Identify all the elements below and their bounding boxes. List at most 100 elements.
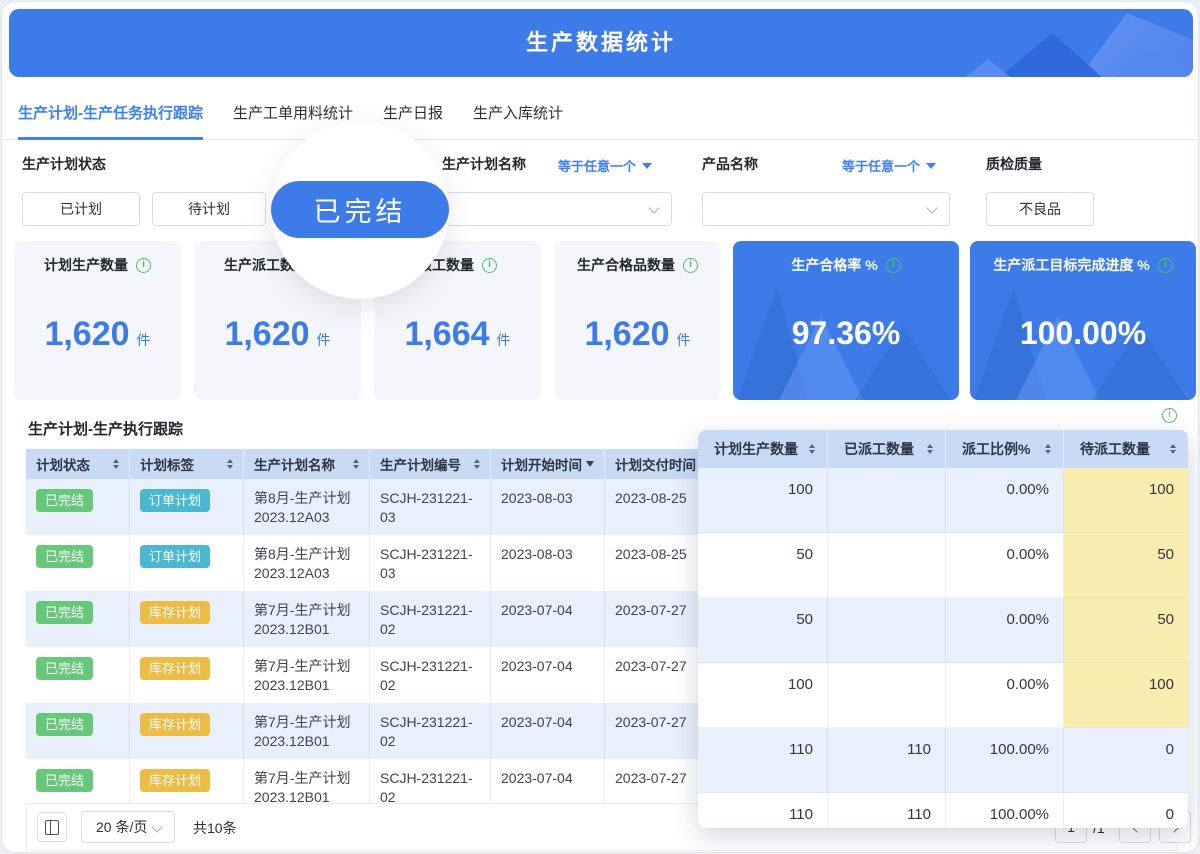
cell-plan-code: SCJH-231221-02	[370, 647, 491, 703]
overlay-table-body: 1000.00%100500.00%50500.00%501000.00%100…	[698, 468, 1188, 828]
column-header-dispatch-ratio[interactable]: 派工比例%	[946, 430, 1064, 468]
cell-planned-qty: 50	[698, 533, 828, 598]
cell-start-date: 2023-08-03	[491, 479, 605, 535]
cell-status: 已完结	[26, 535, 130, 591]
overlay-panel: 计划生产数量 已派工数量 派工比例% 待派工数量 1000.00%100500.…	[698, 430, 1188, 828]
info-icon[interactable]: i	[136, 258, 151, 273]
column-settings-icon	[45, 820, 59, 835]
sort-icon	[227, 456, 233, 472]
product-operator-dropdown[interactable]: 等于任意一个	[842, 156, 936, 175]
cell-start-date: 2023-07-04	[491, 759, 605, 803]
cell-tag: 订单计划	[130, 535, 244, 591]
column-header-tag[interactable]: 计划标签	[130, 449, 244, 479]
product-operator-text: 等于任意一个	[842, 156, 920, 175]
cell-planned-qty: 50	[698, 598, 828, 663]
stat-value: 1,620	[44, 315, 129, 354]
total-count-label: 共10条	[193, 804, 237, 852]
stat-unit: 件	[677, 330, 691, 350]
filter-plan-name-label: 生产计划名称	[442, 154, 526, 174]
column-header-start-date[interactable]: 计划开始时间	[491, 449, 605, 479]
overlay-row[interactable]: 110110100.00%0	[698, 793, 1188, 828]
cell-tag: 库存计划	[130, 647, 244, 703]
sort-icon	[809, 441, 815, 457]
cell-dispatched-qty	[828, 533, 946, 598]
quality-option-defective[interactable]: 不良品	[986, 192, 1094, 226]
column-header-dispatched-qty[interactable]: 已派工数量	[828, 430, 946, 468]
column-header-plan-name[interactable]: 生产计划名称	[244, 449, 370, 479]
cell-pending-qty: 0	[1064, 793, 1188, 828]
page-size-select[interactable]: 20 条/页	[81, 811, 175, 843]
cell-dispatched-qty: 110	[828, 728, 946, 793]
cell-plan-name: 第7月-生产计划 2023.12B01	[244, 647, 370, 703]
stat-value: 97.36%	[792, 315, 901, 352]
info-icon[interactable]: i	[683, 258, 698, 273]
plan-name-operator-text: 等于任意一个	[558, 156, 636, 175]
cell-status: 已完结	[26, 479, 130, 535]
cell-pending-qty: 100	[1064, 468, 1188, 533]
column-header-plan-code[interactable]: 生产计划编号	[370, 449, 491, 479]
cell-dispatched-qty	[828, 468, 946, 533]
cell-plan-code: SCJH-231221-02	[370, 703, 491, 759]
tab-bar: 生产计划-生产任务执行跟踪 生产工单用料统计 生产日报 生产入库统计	[2, 92, 1198, 140]
stat-label: 生产合格品数量	[577, 255, 675, 275]
cell-dispatch-ratio: 0.00%	[946, 533, 1064, 598]
tag-badge: 库存计划	[140, 769, 210, 792]
info-icon[interactable]: i	[1162, 408, 1177, 423]
cell-planned-qty: 110	[698, 728, 828, 793]
cell-status: 已完结	[26, 703, 130, 759]
overlay-row[interactable]: 110110100.00%0	[698, 728, 1188, 793]
overlay-row[interactable]: 500.00%50	[698, 533, 1188, 598]
cell-planned-qty: 110	[698, 793, 828, 828]
info-icon[interactable]: i	[482, 258, 497, 273]
plan-name-operator-dropdown[interactable]: 等于任意一个	[558, 156, 652, 175]
tag-badge: 订单计划	[140, 489, 210, 512]
cell-plan-code: SCJH-231221-02	[370, 759, 491, 803]
cell-start-date: 2023-07-04	[491, 591, 605, 647]
product-name-select[interactable]	[702, 192, 950, 226]
status-option-waiting[interactable]: 待计划	[152, 192, 266, 226]
cell-plan-code: SCJH-231221-02	[370, 591, 491, 647]
column-settings-button[interactable]	[37, 812, 67, 842]
cell-dispatch-ratio: 0.00%	[946, 598, 1064, 663]
info-icon[interactable]: i	[886, 258, 901, 273]
sort-icon	[1170, 441, 1176, 457]
cell-plan-code: SCJH-231221-03	[370, 535, 491, 591]
overlay-row[interactable]: 1000.00%100	[698, 663, 1188, 728]
sort-icon	[474, 456, 480, 472]
overlay-row[interactable]: 500.00%50	[698, 598, 1188, 663]
app-header: 生产数据统计	[9, 9, 1193, 77]
cell-planned-qty: 100	[698, 468, 828, 533]
cell-dispatch-ratio: 0.00%	[946, 663, 1064, 728]
cell-start-date: 2023-07-04	[491, 703, 605, 759]
tag-badge: 库存计划	[140, 601, 210, 624]
column-header-status[interactable]: 计划状态	[26, 449, 130, 479]
info-icon[interactable]: i	[1158, 258, 1173, 273]
status-badge: 已完结	[36, 489, 93, 512]
cell-tag: 库存计划	[130, 703, 244, 759]
column-header-planned-qty[interactable]: 计划生产数量	[698, 430, 828, 468]
sort-icon	[113, 456, 119, 472]
tag-badge: 库存计划	[140, 713, 210, 736]
stat-card-dispatch-progress: 生产派工目标完成进度 %i 100.00%	[970, 241, 1196, 400]
stat-value: 1,620	[224, 315, 309, 354]
cell-tag: 订单计划	[130, 479, 244, 535]
overlay-row[interactable]: 1000.00%100	[698, 468, 1188, 533]
cell-dispatch-ratio: 0.00%	[946, 468, 1064, 533]
status-badge: 已完结	[36, 545, 93, 568]
sort-icon	[1045, 441, 1051, 457]
tab-inbound-stats[interactable]: 生产入库统计	[473, 92, 563, 140]
cell-plan-name: 第7月-生产计划 2023.12B01	[244, 703, 370, 759]
tab-plan-task-tracking[interactable]: 生产计划-生产任务执行跟踪	[18, 92, 203, 140]
cell-tag: 库存计划	[130, 591, 244, 647]
sort-desc-icon	[586, 461, 594, 471]
status-option-finished-button[interactable]: 已完结	[271, 181, 449, 238]
sort-icon	[353, 456, 359, 472]
cell-dispatched-qty	[828, 663, 946, 728]
plan-name-select[interactable]	[442, 192, 672, 226]
status-option-planned[interactable]: 已计划	[22, 192, 140, 226]
page-root: 生产数据统计 生产计划-生产任务执行跟踪 生产工单用料统计 生产日报 生产入库统…	[0, 0, 1200, 854]
column-header-pending-qty[interactable]: 待派工数量	[1064, 430, 1188, 468]
caret-down-icon	[642, 163, 652, 174]
cell-dispatch-ratio: 100.00%	[946, 793, 1064, 828]
cell-plan-name: 第7月-生产计划 2023.12B01	[244, 591, 370, 647]
